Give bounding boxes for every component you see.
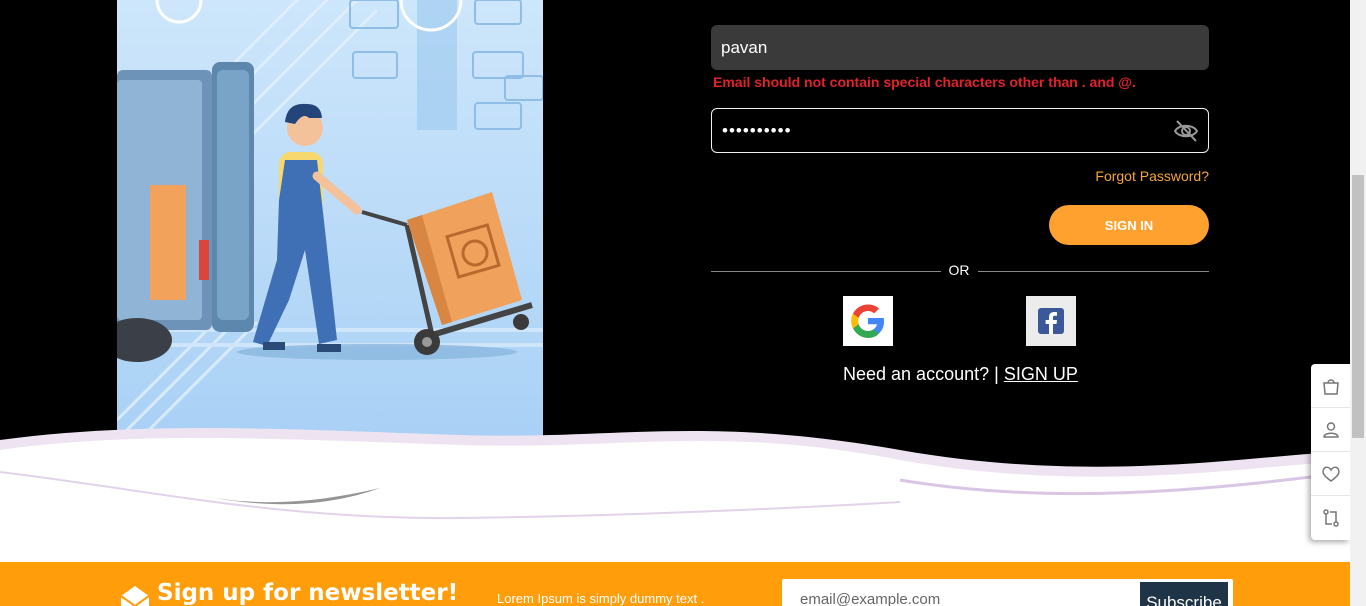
user-icon bbox=[1322, 421, 1339, 438]
or-separator: OR bbox=[948, 262, 970, 278]
heart-icon bbox=[1321, 466, 1340, 482]
password-input[interactable] bbox=[712, 109, 1162, 152]
sign-in-button[interactable]: SIGN IN bbox=[1049, 205, 1209, 245]
password-field bbox=[711, 108, 1209, 153]
side-item-compare[interactable] bbox=[1311, 496, 1350, 540]
side-item-account[interactable] bbox=[1311, 408, 1350, 452]
page: Email should not contain special charact… bbox=[0, 0, 1366, 606]
compare-icon bbox=[1322, 509, 1339, 527]
subscribe-button[interactable]: Subscribe bbox=[1140, 582, 1228, 606]
facebook-icon bbox=[1038, 308, 1064, 334]
delivery-man-image bbox=[117, 0, 543, 452]
divider-left bbox=[711, 271, 941, 272]
side-item-cart[interactable] bbox=[1311, 364, 1350, 408]
newsletter-title: Sign up for newsletter! bbox=[157, 580, 459, 606]
signup-prompt: Need an account? | SIGN UP bbox=[843, 364, 1078, 385]
newsletter-email-input[interactable] bbox=[782, 579, 1138, 606]
scrollbar-thumb[interactable] bbox=[1352, 175, 1364, 438]
newsletter-form: Subscribe bbox=[782, 579, 1233, 606]
google-icon bbox=[851, 304, 884, 338]
account-prompt-text: Need an account? | bbox=[843, 364, 999, 384]
envelope-open-icon bbox=[120, 586, 150, 606]
divider-right bbox=[978, 271, 1209, 272]
side-quick-menu bbox=[1311, 364, 1350, 540]
side-item-wishlist[interactable] bbox=[1311, 452, 1350, 496]
newsletter-subtitle: Lorem Ipsum is simply dummy text . bbox=[497, 591, 705, 606]
sign-up-link[interactable]: SIGN UP bbox=[1004, 364, 1078, 384]
wave-divider bbox=[0, 428, 1366, 570]
forgot-password-link[interactable]: Forgot Password? bbox=[1060, 168, 1209, 184]
google-login-button[interactable] bbox=[843, 296, 893, 346]
facebook-login-button[interactable] bbox=[1026, 296, 1076, 346]
delivery-illustration bbox=[117, 0, 543, 452]
newsletter-bar: Sign up for newsletter! Lorem Ipsum is s… bbox=[0, 562, 1350, 606]
email-error-message: Email should not contain special charact… bbox=[713, 74, 1136, 90]
email-input[interactable] bbox=[711, 25, 1209, 70]
eye-slash-icon[interactable] bbox=[1172, 117, 1200, 145]
shopping-bag-icon bbox=[1322, 378, 1339, 395]
